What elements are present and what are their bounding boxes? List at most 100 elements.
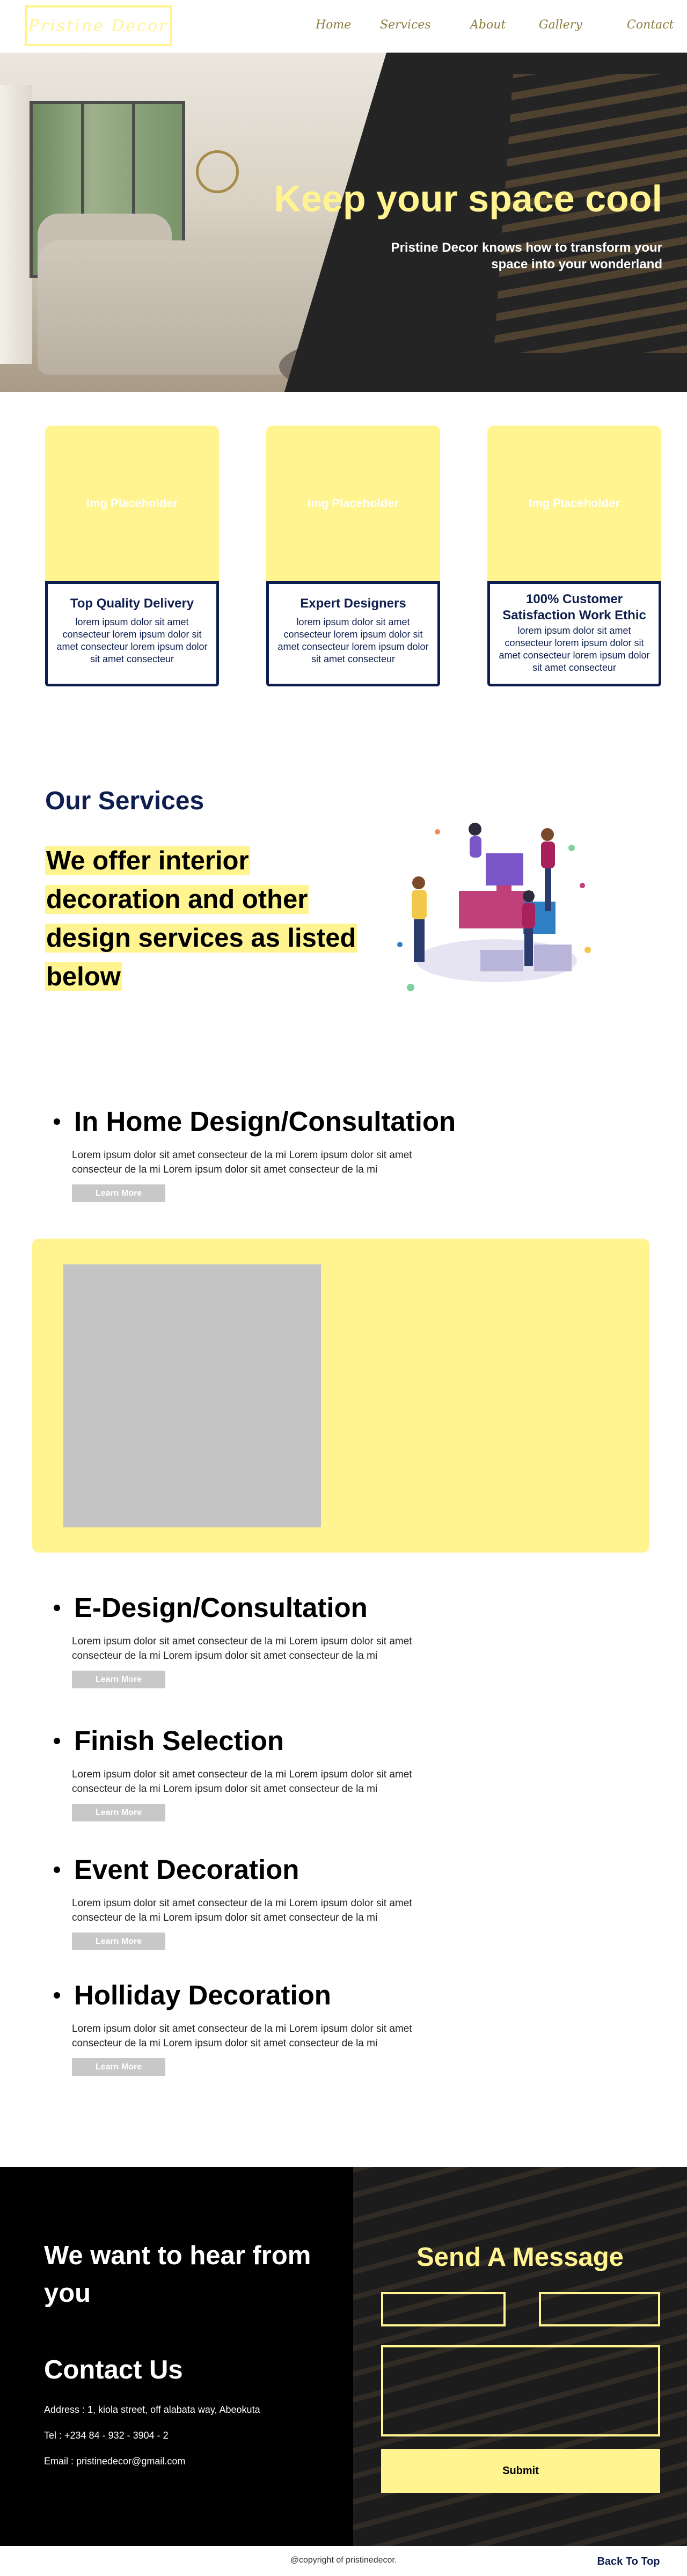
confetti-dot: [568, 845, 575, 851]
card-body: 100% Customer Satisfaction Work Ethic lo…: [487, 581, 661, 686]
service-text: Lorem ipsum dolor sit amet consecteur de…: [72, 1769, 412, 1795]
person-legs: [545, 868, 551, 911]
feature-card: Img Placeholder 100% Customer Satisfacti…: [487, 426, 661, 686]
service-title: Holliday Decoration: [74, 1980, 331, 2010]
card-image-placeholder: Img Placeholder: [45, 426, 219, 581]
service-item: Finish Selection Lorem ipsum dolor sit a…: [45, 1725, 474, 1821]
person-legs: [414, 919, 425, 962]
wall-clock: [196, 150, 239, 193]
curtain: [0, 85, 32, 364]
learn-more-button[interactable]: Learn More: [72, 2058, 165, 2076]
service-text: Lorem ipsum dolor sit amet consecteur de…: [72, 1150, 412, 1175]
learn-more-button[interactable]: Learn More: [72, 1184, 165, 1202]
service-text: Lorem ipsum dolor sit amet consecteur de…: [72, 2023, 412, 2049]
service-head: In Home Design/Consultation: [45, 1106, 474, 1137]
card-title: Top Quality Delivery: [70, 596, 194, 611]
learn-more-button[interactable]: Learn More: [72, 1804, 165, 1821]
name-input[interactable]: [381, 2292, 506, 2326]
logo-text: Pristine Decor: [28, 16, 169, 35]
form-title: Send A Message: [416, 2243, 624, 2272]
card-placeholder-label: Img Placeholder: [308, 496, 399, 510]
team-puzzle-illustration: [397, 823, 591, 991]
service-item: Holliday Decoration Lorem ipsum dolor si…: [45, 1979, 474, 2076]
gallery-image-placeholder: [63, 1264, 321, 1527]
card-image-placeholder: Img Placeholder: [487, 426, 661, 581]
person-legs: [524, 928, 533, 966]
hero-title: Keep your space cool: [274, 178, 662, 219]
service-head: Event Decoration: [45, 1854, 474, 1885]
feature-card: Img Placeholder Expert Designers lorem i…: [266, 426, 440, 686]
service-title: E-Design/Consultation: [74, 1592, 368, 1623]
card-text: lorem ipsum dolor sit amet consecteur lo…: [56, 617, 208, 664]
submit-button[interactable]: Submit: [381, 2449, 660, 2493]
logo[interactable]: Pristine Decor: [25, 5, 172, 46]
person-body: [541, 841, 555, 868]
contact-heading: We want to hear from you: [44, 2241, 311, 2308]
person-head: [541, 828, 554, 841]
card-body: Expert Designers lorem ipsum dolor sit a…: [266, 581, 440, 686]
person-body: [470, 836, 481, 858]
bullet: [54, 1866, 60, 1873]
contact-address: Address : 1, kiola street, off alabata w…: [44, 2404, 260, 2415]
bullet: [54, 1604, 60, 1611]
top-nav: Pristine Decor Home Services About Galle…: [0, 0, 687, 53]
confetti-dot: [435, 829, 440, 835]
card-body: Top Quality Delivery lorem ipsum dolor s…: [45, 581, 219, 686]
email-input[interactable]: [539, 2292, 660, 2326]
card-text: lorem ipsum dolor sit amet consecteur lo…: [277, 617, 429, 664]
service-head: Finish Selection: [45, 1725, 474, 1757]
footer: @copyright of pristinedecor. Back To Top: [0, 2546, 687, 2576]
contact-email: Email : pristinedecor@gmail.com: [44, 2456, 186, 2467]
message-textarea[interactable]: [381, 2345, 660, 2436]
bullet: [54, 1737, 60, 1744]
person-head: [412, 876, 425, 889]
contact-phone: Tel : +234 84 - 932 - 3904 - 2: [44, 2430, 169, 2441]
service-text: Lorem ipsum dolor sit amet consecteur de…: [72, 1898, 412, 1923]
confetti-dot: [584, 947, 591, 953]
services-lead-text: We offer interior decoration and other d…: [45, 846, 357, 991]
learn-more-button[interactable]: Learn More: [72, 1671, 165, 1688]
service-title: In Home Design/Consultation: [74, 1106, 456, 1137]
card-placeholder-label: Img Placeholder: [86, 496, 178, 510]
service-head: Holliday Decoration: [45, 1979, 474, 2011]
puzzle-piece-lavender: [480, 950, 523, 971]
back-to-top-button[interactable]: Back To Top: [582, 2550, 675, 2573]
gallery-panel: [32, 1239, 649, 1553]
person-head: [523, 890, 535, 902]
services-lead: We offer interior decoration and other d…: [45, 841, 367, 996]
service-title: Event Decoration: [74, 1854, 299, 1885]
nav-link-gallery[interactable]: Gallery: [539, 18, 582, 32]
puzzle-piece-purple: [486, 853, 523, 885]
service-text: Lorem ipsum dolor sit amet consecteur de…: [72, 1636, 412, 1662]
card-image-placeholder: Img Placeholder: [266, 426, 440, 581]
hero-subtitle: Pristine Decor knows how to transform yo…: [391, 240, 662, 272]
contact-section: We want to hear from you Contact Us Addr…: [0, 2167, 687, 2546]
confetti-dot: [407, 984, 414, 991]
bullet: [54, 1992, 60, 1999]
card-title: Expert Designers: [300, 596, 406, 611]
person-body: [412, 890, 427, 919]
service-head: E-Design/Consultation: [45, 1592, 474, 1623]
nav-link-home[interactable]: Home: [316, 18, 351, 32]
bullet: [54, 1118, 60, 1125]
nav-link-contact[interactable]: Contact: [627, 18, 674, 32]
card-text: lorem ipsum dolor sit amet consecteur lo…: [499, 625, 650, 673]
contact-title: Contact Us: [44, 2355, 183, 2384]
services-title: Our Services: [45, 787, 204, 815]
service-title: Finish Selection: [74, 1725, 284, 1756]
service-item: Event Decoration Lorem ipsum dolor sit a…: [45, 1854, 474, 1950]
person-head: [469, 823, 481, 836]
person-body: [522, 903, 535, 928]
service-item: E-Design/Consultation Lorem ipsum dolor …: [45, 1592, 474, 1688]
hero-banner: Keep your space cool Pristine Decor know…: [0, 53, 687, 392]
message-form: Send A Message Submit: [353, 2167, 687, 2546]
card-title: 100% Customer Satisfaction Work Ethic: [502, 592, 646, 623]
card-placeholder-label: Img Placeholder: [529, 496, 620, 510]
puzzle-piece-lavender-2: [534, 945, 572, 971]
nav-link-about[interactable]: About: [470, 18, 506, 32]
service-item: In Home Design/Consultation Lorem ipsum …: [45, 1106, 474, 1202]
nav-link-services[interactable]: Services: [380, 18, 431, 32]
confetti-dot: [580, 883, 585, 888]
feature-card: Img Placeholder Top Quality Delivery lor…: [45, 426, 219, 686]
learn-more-button[interactable]: Learn More: [72, 1933, 165, 1950]
